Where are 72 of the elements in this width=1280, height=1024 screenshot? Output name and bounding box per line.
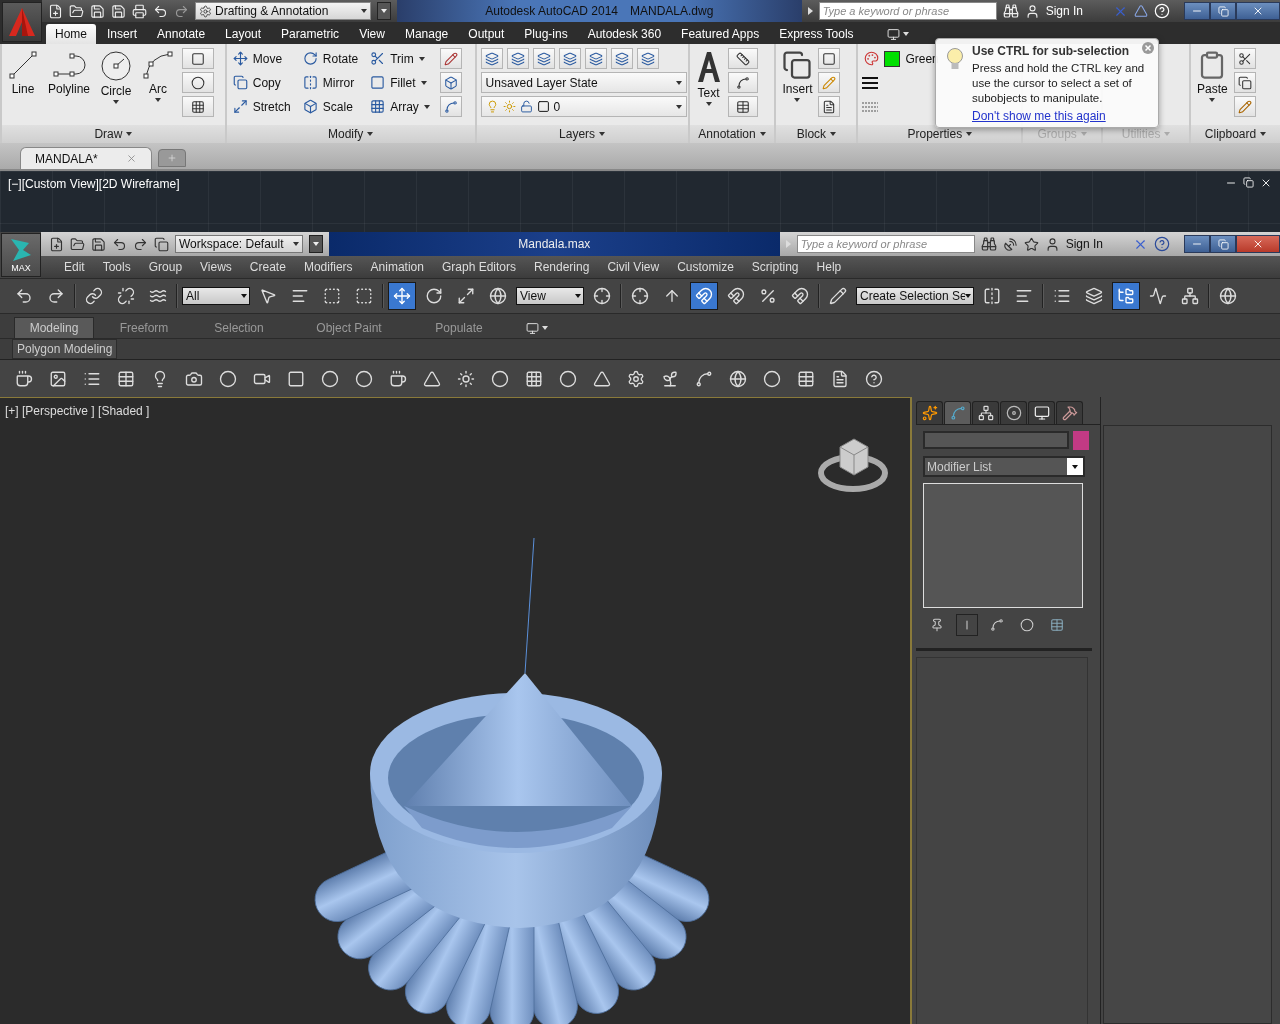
- menu-item[interactable]: Group: [139, 260, 192, 274]
- panel-title[interactable]: Layers: [559, 127, 596, 141]
- ribbon-tab[interactable]: Insert: [98, 24, 147, 44]
- draw-tool-button[interactable]: Circle: [98, 48, 135, 106]
- modify-tool-button[interactable]: Rotate: [300, 48, 361, 69]
- ribbon-tab[interactable]: Freeform: [94, 317, 194, 338]
- toolbar-dropdown[interactable]: View: [516, 287, 584, 305]
- draw-tool-button[interactable]: Polyline: [46, 48, 93, 98]
- ribbon-tab[interactable]: Manage: [395, 24, 458, 44]
- workspace-dropdown[interactable]: Drafting & Annotation: [195, 2, 371, 20]
- ribbon-tab[interactable]: Parametric: [272, 24, 349, 44]
- toolbar-dropdown[interactable]: All: [182, 287, 250, 305]
- sign-in-link[interactable]: Sign In: [1045, 4, 1083, 18]
- panel-title[interactable]: Draw: [94, 127, 123, 141]
- ribbon-tab[interactable]: Annotate: [148, 24, 215, 44]
- ribbon-tab[interactable]: Populate: [414, 317, 504, 338]
- ribbon-tab[interactable]: Layout: [216, 24, 271, 44]
- ribbon-tab[interactable]: Featured Apps: [672, 24, 769, 44]
- draw-tool-button[interactable]: Line: [6, 48, 40, 98]
- layer-dropdown[interactable]: 0: [480, 96, 687, 117]
- text-tool-button[interactable]: Text: [693, 48, 724, 108]
- ribbon-panel-title[interactable]: Polygon Modeling: [12, 339, 118, 359]
- menu-item[interactable]: Rendering: [525, 260, 599, 274]
- window-title: Autodesk AutoCAD 2014: [485, 4, 618, 18]
- menu-item[interactable]: Modifiers: [294, 260, 362, 274]
- ribbon-tab[interactable]: Autodesk 360: [578, 24, 671, 44]
- viewport-label[interactable]: [−][Custom View][2D Wireframe]: [8, 177, 180, 191]
- menu-item[interactable]: Views: [191, 260, 241, 274]
- ribbon-tab[interactable]: Express Tools: [770, 24, 863, 44]
- insert-tool-button[interactable]: Insert: [780, 48, 815, 104]
- document-tab[interactable]: MANDALA*: [20, 147, 152, 169]
- menu-item[interactable]: Edit: [55, 260, 94, 274]
- search-field[interactable]: Type a keyword or phrase: [818, 2, 997, 20]
- menu-item[interactable]: Graph Editors: [432, 260, 525, 274]
- viewport-label[interactable]: [+] [Perspective ] [Shaded ]: [5, 404, 150, 418]
- menu-item[interactable]: Customize: [668, 260, 743, 274]
- modify-tool-button[interactable]: Trim: [368, 48, 432, 69]
- modify-tool-button[interactable]: Copy: [230, 72, 293, 93]
- panel-title[interactable]: Modify: [328, 127, 364, 141]
- modify-tool-button[interactable]: Fillet: [368, 72, 432, 93]
- modify-tool-button[interactable]: Scale: [300, 96, 361, 117]
- sign-in-link[interactable]: Sign In: [1065, 237, 1103, 251]
- modify-tool-button[interactable]: Array: [368, 96, 432, 117]
- menu-item[interactable]: Create: [240, 260, 295, 274]
- ribbon-tab[interactable]: Home: [46, 24, 96, 44]
- menu-item[interactable]: Scripting: [742, 260, 808, 274]
- ribbon-tab[interactable]: Output: [459, 24, 514, 44]
- search-field[interactable]: Type a keyword or phrase: [796, 235, 975, 253]
- tooltip-title: Use CTRL for sub-selection: [972, 44, 1131, 58]
- file-name: MANDALA.dwg: [630, 4, 714, 18]
- modify-tool-button[interactable]: Move: [230, 48, 293, 69]
- menu-item[interactable]: Help: [807, 260, 851, 274]
- ribbon-tab[interactable]: View: [350, 24, 394, 44]
- draw-tool-button[interactable]: Arc: [140, 48, 177, 104]
- paste-button[interactable]: Paste: [1195, 48, 1230, 104]
- dismiss-link[interactable]: Don't show me this again: [972, 109, 1150, 123]
- modify-tool-button[interactable]: Mirror: [300, 72, 361, 93]
- ribbon-tab[interactable]: Selection: [194, 317, 284, 338]
- window-title: Mandala.max: [518, 237, 591, 251]
- ribbon-tab[interactable]: Modeling: [14, 317, 94, 338]
- menu-item[interactable]: Civil View: [598, 260, 669, 274]
- color-dropdown[interactable]: Green: [862, 48, 941, 69]
- menu-item[interactable]: Animation: [361, 260, 433, 274]
- menu-item[interactable]: Tools: [93, 260, 140, 274]
- workspace-dropdown[interactable]: Workspace: Default: [175, 235, 303, 253]
- ribbon-tab[interactable]: Plug-ins: [515, 24, 577, 44]
- modifier-list-dropdown[interactable]: Modifier List: [923, 456, 1085, 477]
- ribbon-tab[interactable]: Object Paint: [284, 317, 414, 338]
- app-menu-button[interactable]: MAX: [1, 233, 41, 277]
- modify-tool-button[interactable]: Stretch: [230, 96, 293, 117]
- layer-state-dropdown[interactable]: Unsaved Layer State: [480, 72, 687, 93]
- tooltip-text: Press and hold the CTRL key and use the cursor to select a set of subobjects to manipulate.: [972, 61, 1146, 106]
